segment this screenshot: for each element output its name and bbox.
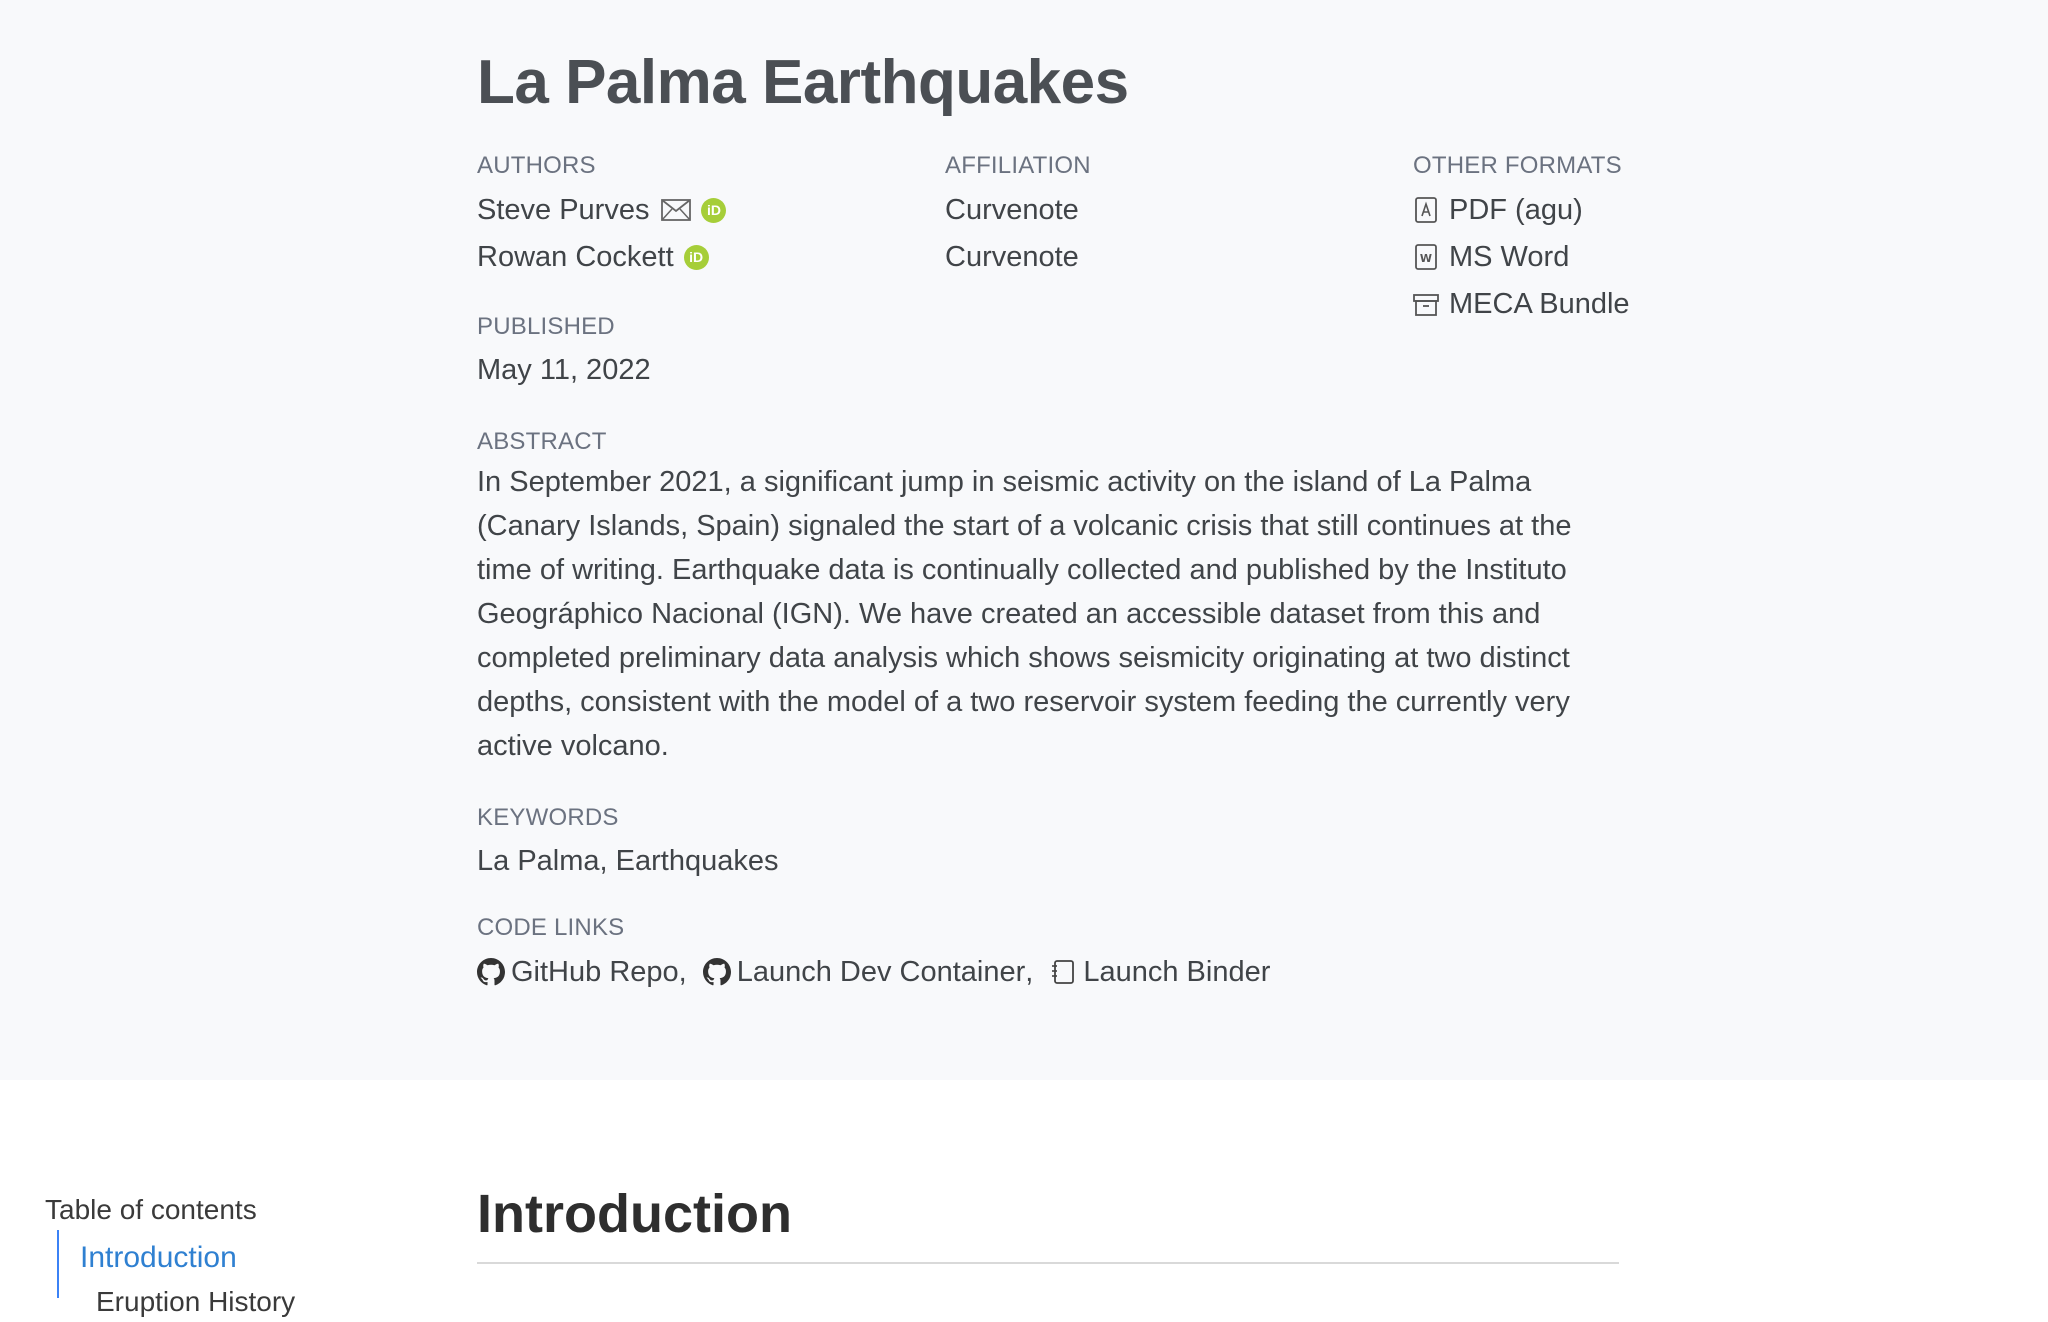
separator: , (1025, 956, 1034, 988)
word-file-icon: W (1415, 244, 1437, 270)
download-word-link[interactable]: W MS Word (1413, 237, 1569, 277)
launch-binder-link[interactable]: Launch Binder (1049, 952, 1270, 992)
abstract-text: In September 2021, a significant jump in… (477, 466, 1572, 762)
toc-title: Table of contents (45, 1194, 257, 1225)
github-repo-link[interactable]: GitHub Repo (477, 952, 679, 992)
email-icon[interactable] (661, 199, 692, 221)
affiliation-label: AFFILIATION (945, 152, 1091, 179)
keywords-label: KEYWORDS (477, 804, 619, 831)
format-label: MECA Bundle (1449, 288, 1630, 320)
section-divider (477, 1262, 1619, 1264)
format-label: PDF (agu) (1449, 194, 1583, 226)
published-date: May 11, 2022 (477, 354, 651, 386)
toc-item-introduction[interactable]: Introduction (80, 1238, 237, 1278)
other-formats-label: OTHER FORMATS (1413, 152, 1622, 179)
pdf-file-icon (1415, 197, 1437, 223)
code-links: GitHub Repo , Launch Dev Container , Lau… (477, 952, 1270, 992)
code-link-label: GitHub Repo (511, 956, 679, 988)
launch-dev-container-link[interactable]: Launch Dev Container (702, 952, 1026, 992)
published-label: PUBLISHED (477, 313, 615, 340)
author-name[interactable]: Rowan Cockett (477, 237, 674, 277)
affiliation-2: Curvenote (945, 241, 1079, 273)
format-label: MS Word (1449, 241, 1570, 273)
archive-box-icon (1413, 294, 1439, 316)
github-icon (702, 958, 731, 986)
affiliation-1: Curvenote (945, 194, 1079, 226)
download-meca-link[interactable]: MECA Bundle (1413, 284, 1630, 324)
separator: , (678, 956, 687, 988)
toc-item-eruption-history[interactable]: Eruption History (96, 1282, 295, 1322)
code-link-label: Launch Binder (1083, 956, 1271, 988)
abstract-label: ABSTRACT (477, 428, 607, 455)
toc-active-indicator (57, 1230, 59, 1298)
author-1: Steve Purves iD (477, 190, 727, 230)
orcid-icon[interactable]: iD (683, 244, 709, 270)
code-link-label: Launch Dev Container (736, 956, 1026, 988)
download-pdf-link[interactable]: PDF (agu) (1413, 190, 1583, 230)
github-icon (477, 958, 505, 986)
keywords-value: La Palma, Earthquakes (477, 845, 779, 877)
notebook-icon (1052, 960, 1075, 984)
section-heading: Introduction (477, 1184, 792, 1244)
svg-text:W: W (1420, 252, 1432, 265)
authors-label: AUTHORS (477, 152, 596, 179)
author-2: Rowan Cockett iD (477, 237, 709, 277)
page-title: La Palma Earthquakes (477, 48, 1129, 117)
code-links-label: CODE LINKS (477, 914, 625, 941)
author-name[interactable]: Steve Purves (477, 190, 649, 230)
orcid-icon[interactable]: iD (701, 197, 727, 223)
